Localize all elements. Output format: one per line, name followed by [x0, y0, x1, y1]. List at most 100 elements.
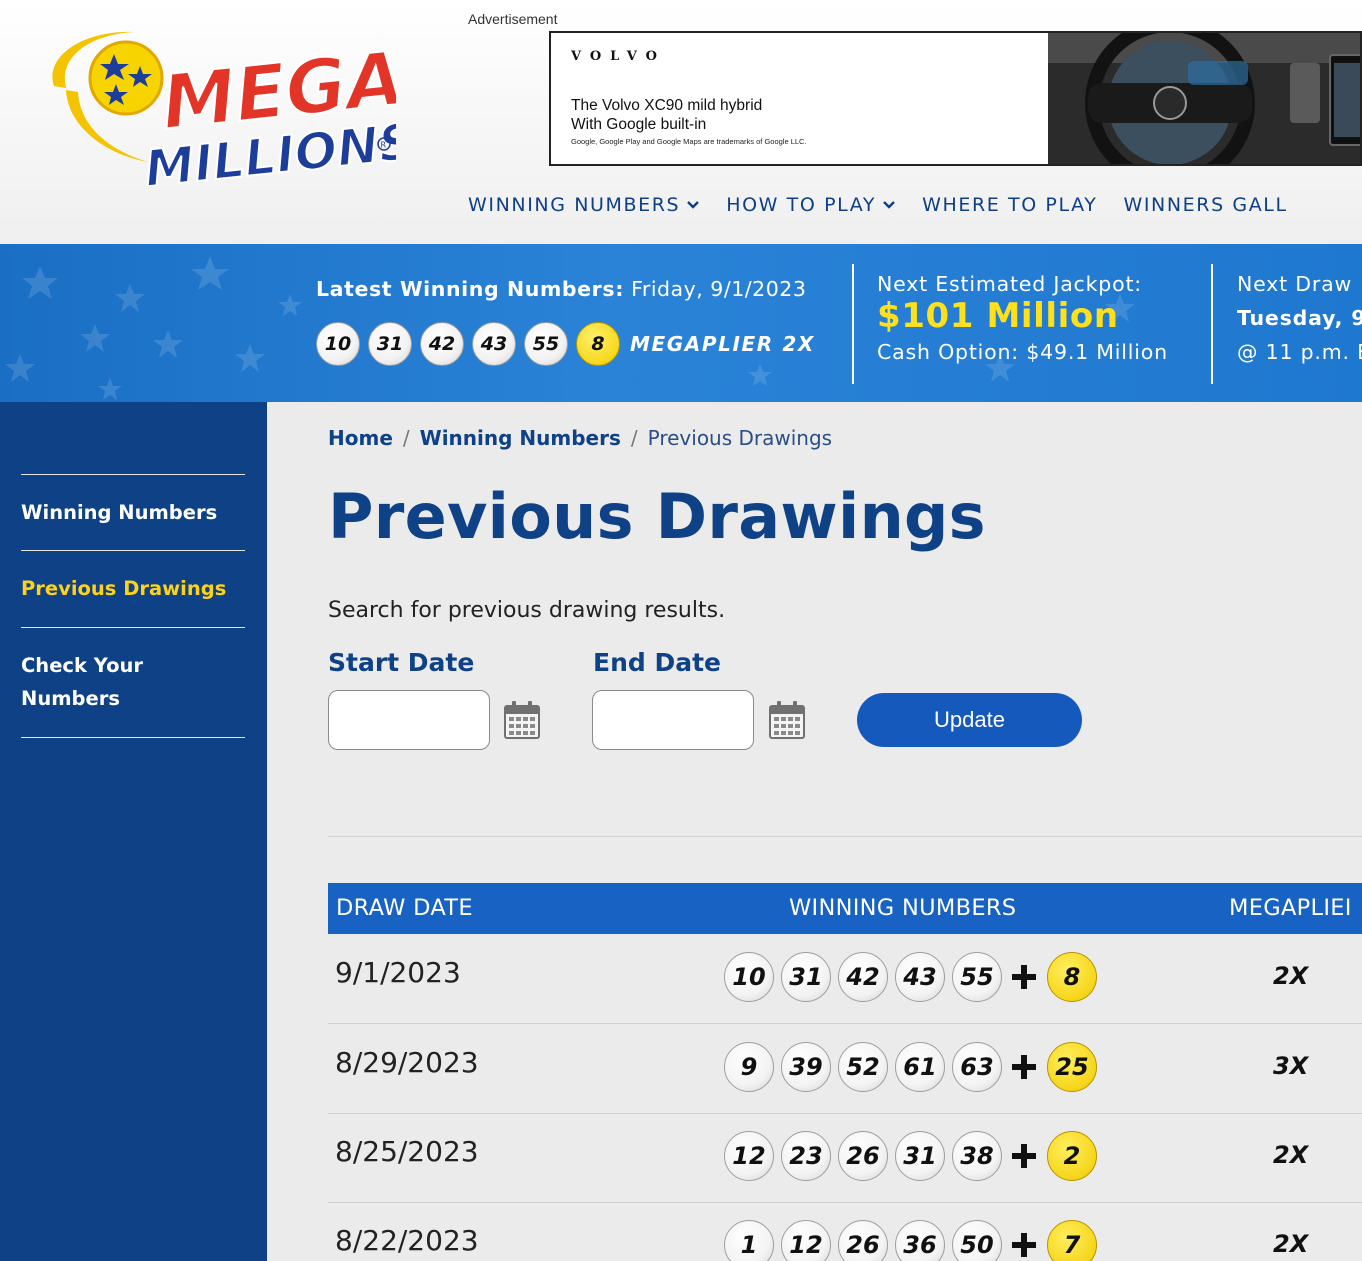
megaplier-value: 2X: [1273, 1230, 1309, 1258]
nav-winners-gallery[interactable]: WINNERS GALL: [1123, 194, 1287, 216]
advertisement-label: Advertisement: [468, 11, 558, 27]
white-ball: 52: [838, 1042, 888, 1092]
next-draw-day: Tuesday, 9: [1237, 306, 1362, 330]
winning-balls: 9 39 52 61 63 25: [724, 1042, 1097, 1092]
ad-car-interior-image: [1048, 33, 1360, 164]
mega-millions-logo[interactable]: MEGA MILLIONS R: [44, 26, 396, 186]
start-date-label: Start Date: [328, 648, 475, 677]
white-ball: 12: [781, 1220, 831, 1261]
plus-icon: [1012, 1055, 1036, 1079]
white-ball: 31: [368, 322, 412, 366]
ad-brand: VOLVO: [571, 49, 666, 64]
white-ball: 9: [724, 1042, 774, 1092]
latest-balls: 10 31 42 43 55 8 MEGAPLIER 2X: [316, 322, 815, 366]
winning-balls: 10 31 42 43 55 8: [724, 952, 1097, 1002]
draw-date: 8/29/2023: [335, 1046, 479, 1079]
chevron-down-icon: [687, 201, 700, 209]
nav-label: HOW TO PLAY: [726, 194, 877, 216]
jackpot-amount: $101 Million: [877, 296, 1119, 336]
white-ball: 10: [724, 952, 774, 1002]
calendar-icon[interactable]: [768, 700, 806, 740]
jackpot-banner: Latest Winning Numbers: Friday, 9/1/2023…: [0, 244, 1362, 402]
end-date-input[interactable]: [592, 690, 754, 750]
sidebar-item-check-your-numbers[interactable]: Check Your Numbers: [21, 649, 143, 715]
column-header-draw-date: DRAW DATE: [336, 895, 473, 921]
nav-winning-numbers[interactable]: WINNING NUMBERS: [468, 194, 700, 216]
mega-ball: 8: [576, 322, 620, 366]
megaplier-value: 2X: [1273, 1141, 1309, 1169]
table-row: 8/25/2023 12 23 26 31 38 2 2X: [328, 1113, 1362, 1203]
page-title: Previous Drawings: [328, 480, 986, 553]
draw-date: 8/25/2023: [335, 1135, 479, 1168]
site-header: MEGA MILLIONS R Advertisement VOLVO The …: [0, 0, 1362, 244]
nav-how-to-play[interactable]: HOW TO PLAY: [726, 194, 896, 216]
white-ball: 55: [952, 952, 1002, 1002]
chevron-down-icon: [883, 201, 895, 209]
white-ball: 39: [781, 1042, 831, 1092]
white-ball: 61: [895, 1042, 945, 1092]
ad-subheadline: With Google built-in: [571, 116, 707, 133]
banner-divider: [852, 264, 854, 384]
megaplier-value: 2X: [1273, 962, 1309, 990]
winning-balls: 1 12 26 36 50 7: [724, 1220, 1097, 1261]
ad-fine-print: Google, Google Play and Google Maps are …: [571, 137, 807, 146]
nav-where-to-play[interactable]: WHERE TO PLAY: [922, 194, 1097, 216]
column-header-winning-numbers: WINNING NUMBERS: [789, 895, 1017, 921]
plus-icon: [1012, 1144, 1036, 1168]
white-ball: 36: [895, 1220, 945, 1261]
section-sidebar: Winning Numbers Previous Drawings Check …: [0, 402, 267, 1261]
calendar-icon[interactable]: [503, 700, 541, 740]
white-ball: 42: [838, 952, 888, 1002]
breadcrumb-current: Previous Drawings: [647, 426, 833, 450]
white-ball: 1: [724, 1220, 774, 1261]
sidebar-item-previous-drawings[interactable]: Previous Drawings: [21, 572, 226, 605]
update-button[interactable]: Update: [857, 693, 1082, 747]
mega-ball: 7: [1047, 1220, 1097, 1261]
sidebar-item-label: Check Your: [21, 654, 143, 677]
white-ball: 10: [316, 322, 360, 366]
breadcrumb-separator: /: [630, 426, 638, 450]
breadcrumb-separator: /: [402, 426, 410, 450]
latest-label: Latest Winning Numbers:: [316, 277, 624, 301]
plus-icon: [1012, 1233, 1036, 1257]
start-date-input[interactable]: [328, 690, 490, 750]
section-divider: [328, 836, 1362, 837]
cash-option: Cash Option: $49.1 Million: [877, 340, 1168, 364]
winning-balls: 12 23 26 31 38 2: [724, 1131, 1097, 1181]
table-row: 8/22/2023 1 12 26 36 50 7 2X: [328, 1202, 1362, 1261]
draw-date: 8/22/2023: [335, 1224, 479, 1257]
nav-label: WINNING NUMBERS: [468, 194, 681, 216]
results-table-header: DRAW DATE WINNING NUMBERS MEGAPLIEI: [328, 883, 1362, 934]
mega-ball: 8: [1047, 952, 1097, 1002]
main-nav: WINNING NUMBERS HOW TO PLAY WHERE TO PLA…: [468, 194, 1314, 216]
next-draw-time: @ 11 p.m. E: [1237, 340, 1362, 364]
volvo-ad-banner[interactable]: VOLVO The Volvo XC90 mild hybrid With Go…: [549, 31, 1362, 166]
plus-icon: [1012, 965, 1036, 989]
white-ball: 42: [420, 322, 464, 366]
white-ball: 50: [952, 1220, 1002, 1261]
megaplier-value: 3X: [1273, 1052, 1309, 1080]
latest-date: Friday, 9/1/2023: [631, 277, 807, 301]
sidebar-divider: [21, 737, 245, 738]
end-date-label: End Date: [593, 648, 722, 677]
nav-label: WHERE TO PLAY: [922, 194, 1098, 216]
sidebar-divider: [21, 474, 245, 475]
white-ball: 43: [472, 322, 516, 366]
sidebar-divider: [21, 550, 245, 551]
sidebar-item-winning-numbers[interactable]: Winning Numbers: [21, 496, 217, 529]
white-ball: 31: [895, 1131, 945, 1181]
jackpot-label: Next Estimated Jackpot:: [877, 272, 1143, 296]
white-ball: 23: [781, 1131, 831, 1181]
breadcrumb-winning-numbers[interactable]: Winning Numbers: [420, 426, 621, 450]
nav-label: WINNERS GALL: [1123, 194, 1288, 216]
next-draw-label: Next Draw: [1237, 272, 1353, 296]
breadcrumb: Home / Winning Numbers / Previous Drawings: [328, 426, 832, 450]
svg-text:R: R: [381, 141, 387, 150]
white-ball: 31: [781, 952, 831, 1002]
page-intro: Search for previous drawing results.: [328, 598, 726, 623]
column-header-megaplier: MEGAPLIEI: [1229, 895, 1352, 921]
breadcrumb-home[interactable]: Home: [328, 426, 393, 450]
sidebar-item-label: Numbers: [21, 687, 120, 710]
white-ball: 43: [895, 952, 945, 1002]
banner-divider: [1211, 264, 1213, 384]
